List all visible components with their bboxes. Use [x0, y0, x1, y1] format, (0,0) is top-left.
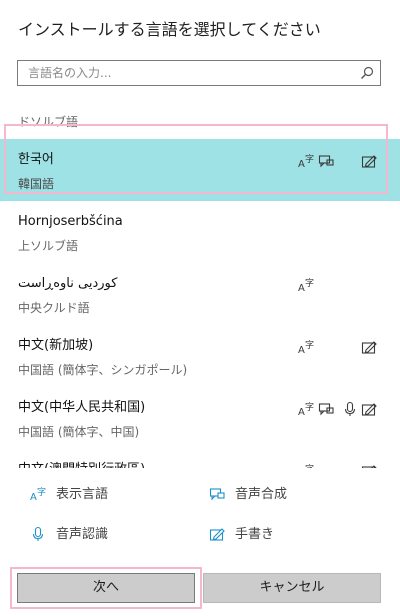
next-button[interactable]: 次へ — [17, 573, 195, 603]
microphone-icon — [342, 401, 358, 417]
svg-text:字: 字 — [305, 277, 314, 289]
legend-speech-label: 音声認識 — [56, 527, 109, 542]
dialog-title: インストールする言語を選択してください — [18, 20, 321, 39]
handwriting-icon — [361, 463, 377, 468]
svg-text:A: A — [30, 492, 37, 502]
svg-text:A: A — [298, 407, 305, 417]
language-native-name: 中文(中华人民共和国) — [18, 400, 146, 415]
language-native-name: کوردیی ناوەڕاست — [18, 276, 118, 291]
display-language-icon: A字 — [298, 339, 314, 355]
language-japanese-name: 韓国語 — [18, 177, 55, 191]
svg-text:字: 字 — [305, 153, 314, 165]
display-language-icon: A字 — [298, 463, 314, 468]
handwriting-icon — [209, 526, 225, 542]
cancel-button[interactable]: キャンセル — [203, 573, 381, 603]
handwriting-icon — [361, 153, 377, 169]
language-row[interactable]: ドソルブ語 — [0, 96, 400, 139]
microphone-icon — [30, 526, 46, 542]
svg-text:字: 字 — [305, 401, 314, 413]
language-japanese-name: 上ソルブ語 — [18, 239, 79, 253]
svg-text:字: 字 — [305, 463, 314, 468]
language-row[interactable]: Hornjoserbšćina 上ソルブ語 — [0, 201, 400, 263]
display-language-icon: A字 — [298, 153, 314, 169]
language-row[interactable]: 中文(澳門特別行政區) A字 — [0, 449, 400, 468]
language-native-name: 한국어 — [18, 152, 54, 167]
display-language-icon: A字 — [30, 486, 46, 502]
language-native-name: 中文(新加坡) — [18, 338, 94, 353]
search-icon[interactable] — [360, 66, 374, 80]
language-row[interactable]: 中文(中华人民共和国) 中国語 (簡体字、中国) A 字 — [0, 387, 400, 449]
legend-handwriting-label: 手書き — [235, 527, 275, 542]
text-to-speech-icon — [318, 153, 334, 169]
svg-text:A: A — [298, 159, 305, 169]
language-row[interactable]: 中文(新加坡) 中国語 (簡体字、シンガポール) A 字 — [0, 325, 400, 387]
svg-text:A: A — [298, 283, 305, 293]
language-native-name: Hornjoserbšćina — [18, 214, 123, 229]
language-row[interactable]: 한국어 韓国語 A 字 — [0, 139, 400, 201]
text-to-speech-icon — [209, 486, 225, 502]
svg-text:A: A — [298, 345, 305, 355]
search-input[interactable] — [18, 61, 358, 85]
search-box[interactable] — [17, 60, 381, 86]
text-to-speech-icon — [318, 401, 334, 417]
language-japanese-name: 中国語 (簡体字、シンガポール) — [18, 363, 188, 377]
svg-text:字: 字 — [305, 339, 314, 351]
language-row[interactable]: کوردیی ناوەڕاست 中央クルド語 A 字 — [0, 263, 400, 325]
feature-legend: A字 表示言語 音声合成 音声認識 手書き — [0, 470, 400, 560]
language-native-name: 中文(澳門特別行政區) — [18, 461, 145, 468]
handwriting-icon — [361, 401, 377, 417]
display-language-icon: A字 — [298, 401, 314, 417]
svg-text:字: 字 — [37, 486, 46, 498]
handwriting-icon — [361, 339, 377, 355]
language-japanese-name: ドソルブ語 — [18, 115, 79, 129]
display-language-icon: A字 — [298, 277, 314, 293]
language-list[interactable]: ドソルブ語 한국어 韓国語 A 字 Hornjoserbšćina 上ソルブ語 کوردیی … — [0, 96, 400, 468]
legend-display-label: 表示言語 — [56, 487, 109, 502]
legend-tts-label: 音声合成 — [235, 487, 288, 502]
language-japanese-name: 中央クルド語 — [18, 301, 90, 315]
language-japanese-name: 中国語 (簡体字、中国) — [18, 425, 140, 439]
